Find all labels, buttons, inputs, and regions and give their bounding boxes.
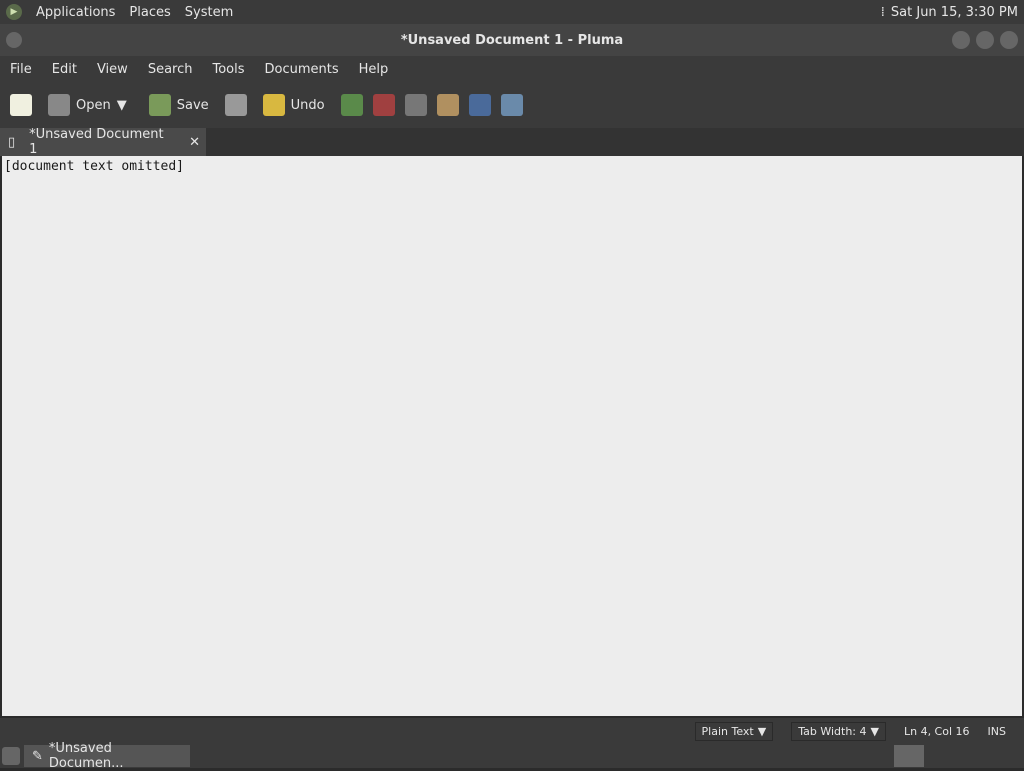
cursor-position: Ln 4, Col 16: [904, 725, 970, 738]
redo-icon[interactable]: [341, 94, 363, 116]
editor-text-area[interactable]: [document text omitted]: [2, 156, 1022, 716]
editor-placeholder: [document text omitted]: [4, 159, 184, 174]
places-menu[interactable]: Places: [129, 5, 170, 20]
open-button[interactable]: Open ▼: [42, 90, 133, 120]
system-logo-icon[interactable]: ▶: [6, 4, 22, 20]
clock[interactable]: Sat Jun 15, 3:30 PM: [891, 5, 1018, 20]
save-label: Save: [177, 98, 209, 113]
paste-icon[interactable]: [437, 94, 459, 116]
chevron-down-icon: ▼: [871, 725, 879, 738]
open-icon: [48, 94, 70, 116]
menu-tools[interactable]: Tools: [212, 62, 244, 77]
window-titlebar[interactable]: *Unsaved Document 1 - Pluma: [0, 24, 1024, 56]
menu-file[interactable]: File: [10, 62, 32, 77]
save-button[interactable]: Save: [143, 90, 215, 120]
maximize-button[interactable]: [976, 31, 994, 49]
menu-view[interactable]: View: [97, 62, 128, 77]
undo-button[interactable]: Undo: [257, 90, 331, 120]
undo-icon: [263, 94, 285, 116]
replace-icon[interactable]: [501, 94, 523, 116]
panel-handle-icon: ⁞: [881, 5, 885, 20]
minimize-button[interactable]: [952, 31, 970, 49]
print-icon[interactable]: [225, 94, 247, 116]
tab-close-icon[interactable]: ✕: [189, 135, 200, 150]
insert-mode: INS: [988, 725, 1006, 738]
tab-label: *Unsaved Document 1: [29, 127, 175, 157]
show-desktop-icon[interactable]: [2, 747, 20, 765]
language-dropdown[interactable]: Plain Text▼: [695, 722, 774, 741]
system-menu[interactable]: System: [185, 5, 233, 20]
workspace-switcher[interactable]: [894, 745, 924, 767]
pluma-icon: ✎: [32, 749, 43, 764]
find-icon[interactable]: [469, 94, 491, 116]
applications-menu[interactable]: Applications: [36, 5, 115, 20]
cut-icon[interactable]: [373, 94, 395, 116]
menu-edit[interactable]: Edit: [52, 62, 77, 77]
menubar: File Edit View Search Tools Documents He…: [0, 56, 1024, 82]
tab-width-dropdown[interactable]: Tab Width: 4▼: [791, 722, 886, 741]
undo-label: Undo: [291, 98, 325, 113]
toolbar: Open ▼ Save Undo: [0, 82, 1024, 128]
document-icon: ▯: [8, 135, 15, 150]
tab-unsaved-document-1[interactable]: ▯ *Unsaved Document 1 ✕: [0, 128, 206, 156]
taskbar-item-pluma[interactable]: ✎ *Unsaved Documen...: [24, 745, 190, 767]
new-document-icon[interactable]: [10, 94, 32, 116]
window-title: *Unsaved Document 1 - Pluma: [401, 33, 623, 48]
menu-help[interactable]: Help: [359, 62, 389, 77]
open-label: Open: [76, 98, 111, 113]
menu-search[interactable]: Search: [148, 62, 193, 77]
bottom-panel: ✎ *Unsaved Documen...: [0, 744, 1024, 768]
close-button[interactable]: [1000, 31, 1018, 49]
open-dropdown-icon[interactable]: ▼: [117, 98, 127, 113]
menu-documents[interactable]: Documents: [265, 62, 339, 77]
window-menu-icon[interactable]: [6, 32, 22, 48]
top-panel: ▶ Applications Places System ⁞ Sat Jun 1…: [0, 0, 1024, 24]
save-icon: [149, 94, 171, 116]
document-tabs: ▯ *Unsaved Document 1 ✕: [0, 128, 1024, 156]
copy-icon[interactable]: [405, 94, 427, 116]
chevron-down-icon: ▼: [758, 725, 766, 738]
